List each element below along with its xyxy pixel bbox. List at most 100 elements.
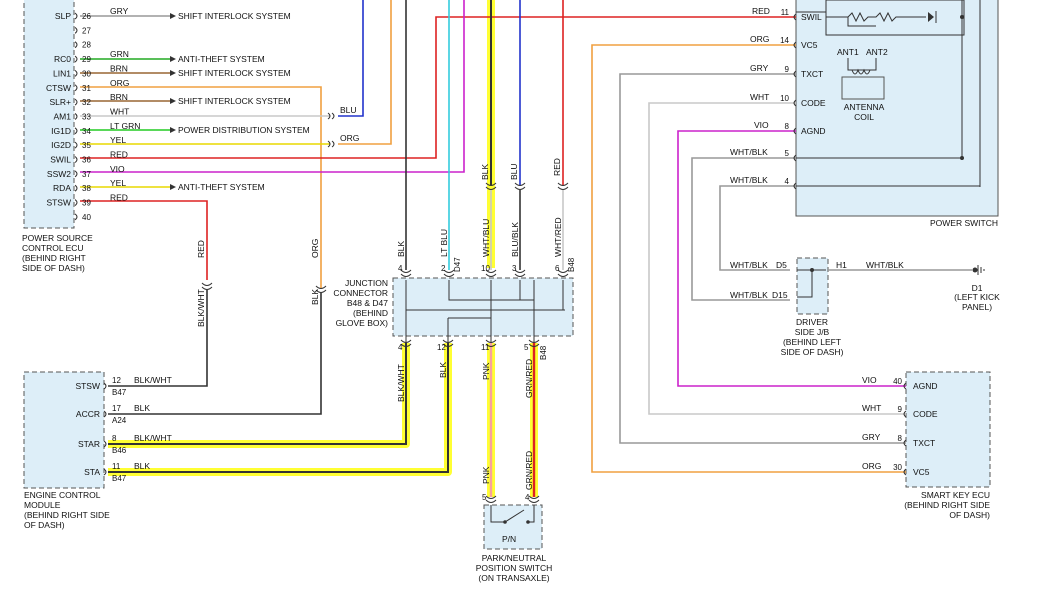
jc-top-pin-4: 4 [398,264,403,273]
ecu-pin-wire-color: VIO [110,164,125,174]
jc-bot-blkwht: BLK/WHT [396,364,406,402]
jb-row-pin-1: D15 [772,290,788,300]
ground-label: (LEFT KICK PANEL) [954,292,1000,312]
ecu-pin-name: RDA [53,183,71,193]
mid-label-red: RED [196,240,206,258]
ecu-pin-mark [74,41,78,49]
ecu-pin-num: 35 [82,141,91,150]
jc-top-pin-2: 2 [441,264,446,273]
smart-key-pin-num: 8 [898,434,903,443]
power-switch-pin-name: CODE [801,98,826,108]
jc-conn-d47: D47 [453,257,462,272]
power-switch-pin-num: 9 [785,65,790,74]
smart-key-pin-name: CODE [913,409,938,419]
mid-label-blkwht: BLK/WHT [196,289,206,327]
pn-pin-5: 5 [482,493,487,502]
ecm-pin-name: ACCR [76,409,100,419]
ecu-pin-mark [74,141,78,149]
jc-top-pin-10: 10 [481,264,490,273]
system-arrows [170,13,176,190]
ecu-pin-wire-color: GRY [110,6,129,16]
power-switch-pin-num: 10 [780,94,789,103]
power-switch-pin-num: 5 [785,149,790,158]
power-switch-pin-num: 4 [785,177,790,186]
driver-jb-label: DRIVER SIDE J/B (BEHIND LEFT SIDE OF DASH) [781,317,844,357]
jb-out-color: WHT/BLK [866,260,904,270]
wire-stsw-red [80,200,208,280]
mid-label-org-v: ORG [310,239,320,258]
junction-connector: JUNCTION CONNECTOR B48 & D47 (BEHIND GLOVE B… [333,277,574,343]
ecu-pin-num: 38 [82,184,91,193]
ecu-pin-wire-color: RED [110,150,128,160]
power-switch-pin-wire-color: WHT/BLK [730,175,768,185]
pn-wire-pnk: PNK [481,466,491,484]
ecu-pin-wire-color: YEL [110,178,126,188]
ecm-pin-conn: A24 [112,416,127,425]
ecu-pin-name: RC0 [54,54,71,64]
ecu-pin-wire-color: BRN [110,63,128,73]
ecu-pin-name: LIN1 [53,68,71,78]
smart-key-pin-wire-color: GRY [862,432,881,442]
junction-label: JUNCTION CONNECTOR B48 & D47 (BEHIND GLOVE B… [333,278,388,328]
ecu-pin-num: 30 [82,69,91,78]
ecu-pin-wire-color: YEL [110,135,126,145]
power-switch-pin-num: 11 [781,8,790,17]
ecu-pin-num: 36 [82,156,91,165]
power-switch-pin-wire-color: RED [752,6,770,16]
system-labels: SHIFT INTERLOCK SYSTEM ANTI-THEFT SYSTEM… [178,11,310,192]
wire-stsw-blkwht [108,290,208,387]
pn-wire-grnred: GRN/RED [524,451,534,490]
jc-conn-b48-bot: B48 [539,345,548,360]
highlight-sta-wire [108,343,452,476]
ecu-pin-name: AM1 [54,111,72,121]
ecu-pin-mark [74,213,78,221]
smart-key-pin-num: 40 [893,377,902,386]
power-source-ecu-label: POWER SOURCE CONTROL ECU (BEHIND RIGHT SIDE… [22,233,93,273]
ecu-pin-num: 34 [82,127,91,136]
ecu-pin-name: IG2D [51,140,71,150]
power-switch-pin-num: 14 [780,36,789,45]
ecm-label: ENGINE CONTROL MODULE (BEHIND RIGHT SIDE OF… [24,490,110,530]
system-shift-interlock-3: SHIFT INTERLOCK SYSTEM [178,96,291,106]
wire-blu-upper [338,0,364,117]
power-switch-pin-wire-color: WHT/BLK [730,147,768,157]
system-power-distribution: POWER DISTRIBUTION SYSTEM [178,125,310,135]
smart-key-pin-wire-color: VIO [862,375,877,385]
park-neutral-switch: P/N PARK/NEUTRAL POSITION SWITCH (ON TRANS… [476,504,552,583]
ecu-pin-num: 39 [82,199,91,208]
ecu-pin-num: 40 [82,213,91,222]
ecm-pin-num: 12 [112,376,121,385]
driver-side-jb: DRIVER SIDE J/B (BEHIND LEFT SIDE OF DASH) [781,257,844,357]
ecu-pin-num: 27 [82,26,91,35]
jb-row-pin-0: D5 [776,260,787,270]
ant1-label: ANT1 [837,47,859,57]
jc-bot-pin-11: 11 [481,343,490,352]
ecu-pin-name: SWIL [50,155,71,165]
ecu-pin-name: CTSW [46,83,71,93]
jc-conn-b48-top: B48 [567,257,576,272]
ecu-pin-mark [74,113,78,120]
smart-key-pin-wire-color: ORG [862,461,881,471]
ecm-pin-conn: B47 [112,388,127,397]
ground-symbol: D1 (LEFT KICK PANEL) [954,265,1000,312]
ecu-pin-mark [74,199,78,206]
ecu-pin-num: 29 [82,55,91,64]
jc-bot-pin-5: 5 [524,343,529,352]
power-switch: POWER SWITCH ANT1 ANT2 ANTENNA COIL [795,0,999,228]
ecm-pin-wire-color: BLK [134,461,150,471]
wire-org-upper [338,0,392,145]
jc-top-pin-3: 3 [512,264,517,273]
pn-inner-label: P/N [502,534,516,544]
ecu-pin-wire-color: WHT [110,106,129,116]
ecu-pin-mark [74,156,78,163]
jc-above-red: RED [552,158,562,176]
ecu-pin-name: SSW2 [47,169,71,179]
ecu-pin-num: 37 [82,170,91,179]
jb-out-pin: H1 [836,260,847,270]
power-switch-pin-name: TXCT [801,69,823,79]
wiring-schematic: POWER SOURCE CONTROL ECU (BEHIND RIGHT SIDE… [22,0,1000,583]
mid-label-blk: BLK [310,289,320,305]
jc-bot-pnk: PNK [481,362,491,380]
ecu-pin-wire-color: BRN [110,92,128,102]
ecu-pin-mark [74,84,78,92]
